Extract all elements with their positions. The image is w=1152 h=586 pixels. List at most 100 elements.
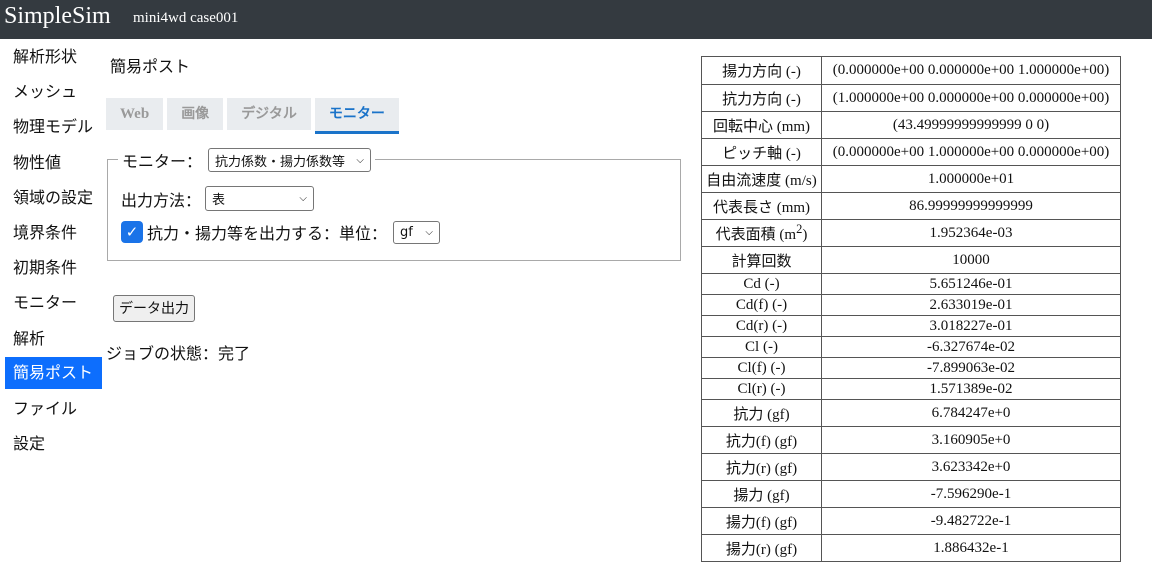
row-label: 揚力(r) (gf) xyxy=(701,534,822,562)
sidebar: 解析形状 メッシュ 物理モデル 物性値 領域の設定 境界条件 初期条件 モニター… xyxy=(5,39,102,461)
sidebar-item-monitor[interactable]: モニター xyxy=(5,285,102,320)
row-value: 3.160905e+0 xyxy=(821,426,1121,454)
row-value: 10000 xyxy=(821,246,1121,274)
tab-bar: Web 画像 デジタル モニター xyxy=(106,98,403,134)
row-value: 2.633019e-01 xyxy=(821,294,1121,316)
tab-image[interactable]: 画像 xyxy=(167,98,224,130)
output-method-value: 表 xyxy=(212,193,226,208)
output-method-select[interactable]: 表 ⌵ xyxy=(205,186,315,211)
top-bar: SimpleSim mini4wd case001 xyxy=(0,0,1152,39)
row-label: 自由流速度 (m/s) xyxy=(701,165,822,193)
table-row: 抗力 (gf) 6.784247e+0 xyxy=(701,399,1121,427)
row-value: (0.000000e+00 0.000000e+00 1.000000e+00) xyxy=(821,56,1121,85)
unit-select-value: gf xyxy=(400,224,413,240)
export-data-button[interactable]: データ出力 xyxy=(113,295,195,322)
row-label-end: ) xyxy=(802,227,808,243)
tab-digital[interactable]: デジタル xyxy=(227,98,311,130)
row-value: (0.000000e+00 1.000000e+00 0.000000e+00) xyxy=(821,138,1121,166)
sidebar-item-analysis[interactable]: 解析 xyxy=(5,321,102,356)
row-value: 1.952364e-03 xyxy=(821,219,1121,247)
table-row: 自由流速度 (m/s) 1.000000e+01 xyxy=(701,165,1121,193)
table-row: ピッチ軸 (-) (0.000000e+00 1.000000e+00 0.000… xyxy=(701,138,1121,166)
check-icon: ✓ xyxy=(125,223,139,241)
table-row: 揚力(r) (gf) 1.886432e-1 xyxy=(701,534,1121,562)
case-name: mini4wd case001 xyxy=(133,10,239,26)
table-row: 回転中心 (mm) (43.49999999999999 0 0) xyxy=(701,111,1121,139)
row-value: 5.651246e-01 xyxy=(821,273,1121,295)
row-label: 計算回数 xyxy=(701,246,822,274)
sidebar-item-mesh[interactable]: メッシュ xyxy=(5,74,102,109)
results-table: 揚力方向 (-) (0.000000e+00 0.000000e+00 1.000… xyxy=(701,56,1121,562)
row-label: 揚力方向 (-) xyxy=(701,56,822,85)
sidebar-item-physics-model[interactable]: 物理モデル xyxy=(5,109,102,144)
chevron-down-icon: ⌵ xyxy=(356,154,365,166)
unit-select[interactable]: gf ⌵ xyxy=(393,220,441,244)
chevron-down-icon: ⌵ xyxy=(299,193,308,204)
table-row: 揚力(f) (gf) -9.482722e-1 xyxy=(701,507,1121,535)
fieldset-legend: モニター： 抗力係数・揚力係数等 ⌵ xyxy=(118,148,376,172)
table-row: 代表長さ (mm) 86.99999999999999 xyxy=(701,192,1121,220)
app-title[interactable]: SimpleSim xyxy=(4,3,111,30)
table-row: 抗力(r) (gf) 3.623342e+0 xyxy=(701,453,1121,481)
row-label: Cl(f) (-) xyxy=(701,357,822,379)
row-label: 回転中心 (mm) xyxy=(701,111,822,139)
monitor-fieldset: モニター： 抗力係数・揚力係数等 ⌵ 出力方法： 表 ⌵ ✓ 抗力・揚力等を出力… xyxy=(107,148,681,261)
sidebar-item-geometry[interactable]: 解析形状 xyxy=(5,39,102,74)
table-row: 抗力方向 (-) (1.000000e+00 0.000000e+00 0.000… xyxy=(701,84,1121,112)
row-value: 86.99999999999999 xyxy=(821,192,1121,220)
row-value: -6.327674e-02 xyxy=(821,336,1121,358)
row-label: ピッチ軸 (-) xyxy=(701,138,822,166)
row-label: 抗力(r) (gf) xyxy=(701,453,822,481)
monitor-label: モニター： xyxy=(122,152,203,171)
row-value: (1.000000e+00 0.000000e+00 0.000000e+00) xyxy=(821,84,1121,112)
job-status: ジョブの状態：完了 xyxy=(106,344,251,363)
sidebar-item-simple-post[interactable]: 簡易ポスト xyxy=(5,356,102,389)
sidebar-item-settings[interactable]: 設定 xyxy=(5,426,102,461)
row-value: 1.000000e+01 xyxy=(821,165,1121,193)
sidebar-item-file[interactable]: ファイル xyxy=(5,391,102,426)
row-value: 3.018227e-01 xyxy=(821,315,1121,337)
table-row: Cl(f) (-) -7.899063e-02 xyxy=(701,357,1121,379)
sidebar-item-region[interactable]: 領域の設定 xyxy=(5,180,102,215)
row-value: 1.571389e-02 xyxy=(821,378,1121,400)
tab-monitor[interactable]: モニター xyxy=(314,98,399,134)
force-output-checkbox[interactable]: ✓ xyxy=(121,221,143,243)
output-method-label: 出力方法： xyxy=(121,190,202,210)
row-value: -9.482722e-1 xyxy=(821,507,1121,535)
table-row: Cd(f) (-) 2.633019e-01 xyxy=(701,294,1121,316)
row-label: 抗力 (gf) xyxy=(701,399,822,427)
row-label: Cl (-) xyxy=(701,336,822,358)
row-label: Cl(r) (-) xyxy=(701,378,822,400)
row-value: -7.899063e-02 xyxy=(821,357,1121,379)
row-label: 揚力 (gf) xyxy=(701,480,822,508)
monitor-select[interactable]: 抗力係数・揚力係数等 ⌵ xyxy=(208,148,372,172)
row-value: 3.623342e+0 xyxy=(821,453,1121,481)
sidebar-item-initial[interactable]: 初期条件 xyxy=(5,250,102,285)
row-label: 抗力(f) (gf) xyxy=(701,426,822,454)
force-output-row: ✓ 抗力・揚力等を出力する：単位： gf ⌵ xyxy=(121,220,441,244)
row-label: Cd(f) (-) xyxy=(701,294,822,316)
tab-web[interactable]: Web xyxy=(106,98,164,130)
table-row: 計算回数 10000 xyxy=(701,246,1121,274)
monitor-select-value: 抗力係数・揚力係数等 xyxy=(215,154,346,170)
force-output-label: 抗力・揚力等を出力する：単位： xyxy=(147,224,388,243)
row-label: 抗力方向 (-) xyxy=(701,84,822,112)
row-label: 代表面積 (m2) xyxy=(701,219,822,247)
row-value: 6.784247e+0 xyxy=(821,399,1121,427)
table-row: Cl(r) (-) 1.571389e-02 xyxy=(701,378,1121,400)
table-row: Cd(r) (-) 3.018227e-01 xyxy=(701,315,1121,337)
row-value: -7.596290e-1 xyxy=(821,480,1121,508)
chevron-down-icon: ⌵ xyxy=(425,226,434,238)
output-method-row: 出力方法： 表 ⌵ xyxy=(121,186,315,211)
table-row: 揚力 (gf) -7.596290e-1 xyxy=(701,480,1121,508)
sidebar-item-material[interactable]: 物性値 xyxy=(5,145,102,180)
table-row: 代表面積 (m2) 1.952364e-03 xyxy=(701,219,1121,247)
table-row: 抗力(f) (gf) 3.160905e+0 xyxy=(701,426,1121,454)
row-value: 1.886432e-1 xyxy=(821,534,1121,562)
row-label: Cd(r) (-) xyxy=(701,315,822,337)
row-label-text: 代表面積 (m xyxy=(715,227,797,243)
row-label: 代表長さ (mm) xyxy=(701,192,822,220)
page-title: 簡易ポスト xyxy=(110,57,191,76)
sidebar-item-boundary[interactable]: 境界条件 xyxy=(5,215,102,250)
row-label: Cd (-) xyxy=(701,273,822,295)
